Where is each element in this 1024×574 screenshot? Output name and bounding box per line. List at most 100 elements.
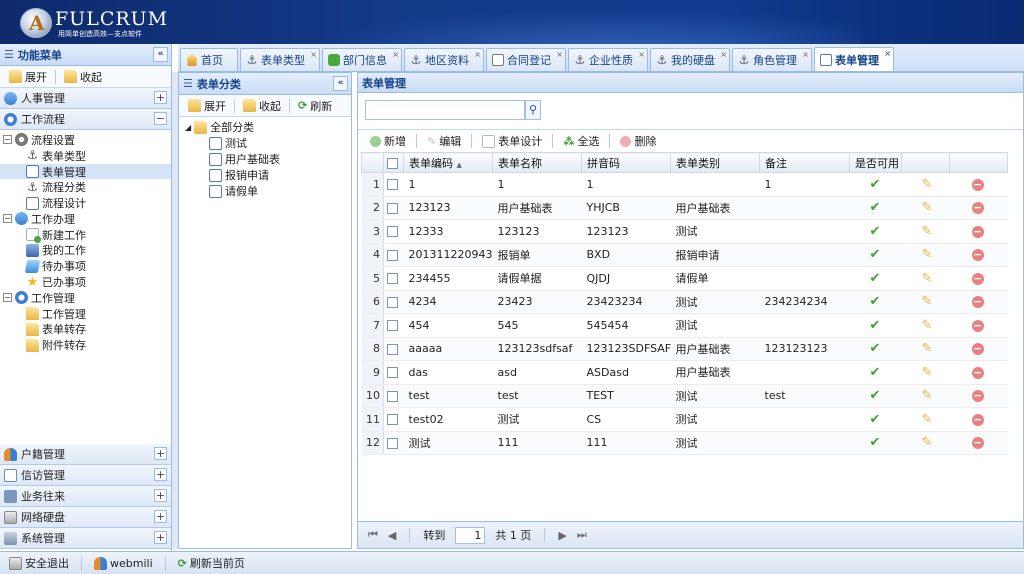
delete-row-icon[interactable]: − (971, 413, 984, 426)
category-item[interactable]: 报销申请 (185, 167, 351, 183)
table-row[interactable]: 5 234455 请假单据 QJDJ 请假单 ✔ ✎ − (361, 266, 1008, 291)
delete-row-icon[interactable]: − (971, 178, 984, 191)
row-checkbox-cell[interactable] (383, 219, 404, 244)
table-row[interactable]: 8 aaaaa 123123sdfsaf 123123SDFSAF 用户基础表 12312… (361, 337, 1008, 361)
category-root[interactable]: ◢ 全部分类 (185, 119, 351, 135)
table-row[interactable]: 2 123123 用户基础表 YHJCB 用户基础表 ✔ ✎ − (361, 196, 1008, 220)
close-icon[interactable]: × (556, 50, 563, 59)
checkbox[interactable] (387, 296, 398, 308)
row-checkbox-cell[interactable] (383, 384, 404, 408)
tree-item[interactable]: − 工作办理 (0, 211, 171, 227)
table-row[interactable]: 1 1 1 1 1 ✔ ✎ − (361, 172, 1008, 197)
category-expand-button[interactable]: 展开 (183, 97, 231, 115)
delete-row-icon[interactable]: − (971, 366, 984, 379)
pencil-icon[interactable]: ✎ (922, 365, 933, 380)
row-checkbox-cell[interactable] (383, 360, 404, 385)
table-row[interactable]: 9 das asd ASDasd 用户基础表 ✔ ✎ − (361, 360, 1008, 385)
close-icon[interactable]: × (802, 50, 809, 59)
tree-item[interactable]: 流程设计 (0, 195, 171, 211)
first-page-button[interactable]: ⏮ (368, 528, 378, 542)
tree-toggle-icon[interactable]: − (3, 214, 12, 224)
search-button[interactable]: ⚲ (525, 100, 541, 120)
accordion-section[interactable]: 工作流程 − (0, 109, 171, 130)
tree-item[interactable]: 表单管理 (0, 163, 171, 180)
tree-item[interactable]: 表单转存 (0, 322, 171, 338)
tab[interactable]: ⚓ 我的硬盘 × (650, 48, 730, 71)
delete-button[interactable]: 删除 (615, 132, 661, 150)
column-header-pinyin[interactable]: 拼音码 (581, 152, 671, 173)
checkbox[interactable] (387, 179, 398, 191)
tab[interactable]: ⚓ 企业性质 × (568, 48, 648, 71)
tab[interactable]: ⚓ 地区资料 × (404, 48, 484, 71)
delete-row-icon[interactable]: − (971, 272, 984, 285)
accordion-section[interactable]: 网络硬盘 + (0, 507, 171, 528)
accordion-section[interactable]: 系统管理 + (0, 528, 171, 549)
page-number-input[interactable]: 1 (455, 526, 486, 544)
column-header-name[interactable]: 表单名称 (492, 152, 582, 173)
pencil-icon[interactable]: ✎ (922, 412, 933, 427)
column-header-note[interactable]: 备注 (759, 152, 850, 173)
pencil-icon[interactable]: ✎ (922, 388, 933, 403)
section-toggle-icon[interactable]: + (154, 447, 167, 460)
checkbox[interactable] (387, 249, 398, 261)
category-item[interactable]: 测试 (185, 135, 351, 151)
checkbox[interactable] (387, 343, 398, 355)
category-refresh-button[interactable]: ⟳ 刷新 (293, 97, 337, 115)
close-icon[interactable]: × (310, 50, 317, 59)
row-checkbox-cell[interactable] (383, 407, 404, 432)
accordion-section[interactable]: 业务往来 + (0, 486, 171, 507)
tree-item[interactable]: 待办事项 (0, 258, 171, 274)
section-toggle-icon[interactable]: + (154, 91, 167, 104)
tree-item[interactable]: 工作管理 (0, 306, 171, 322)
checkbox[interactable] (387, 202, 398, 214)
search-input[interactable] (365, 100, 525, 120)
pencil-icon[interactable]: ✎ (922, 247, 933, 262)
checkbox[interactable] (387, 320, 398, 332)
pencil-icon[interactable]: ✎ (922, 435, 933, 450)
add-button[interactable]: 新增 (365, 132, 411, 150)
table-row[interactable]: 12 测试 111 111 测试 ✔ ✎ − (361, 431, 1008, 455)
tree-item[interactable]: − 工作管理 (0, 290, 171, 306)
tree-item[interactable]: 我的工作 (0, 243, 171, 259)
category-collapse-all-button[interactable]: 收起 (238, 97, 286, 115)
category-item[interactable]: 请假单 (185, 183, 351, 199)
row-checkbox-cell[interactable] (383, 290, 404, 314)
tab[interactable]: 部门信息 × (322, 48, 402, 71)
tree-item[interactable]: ⚓ 表单类型 (0, 148, 171, 164)
section-toggle-icon[interactable]: + (154, 489, 167, 502)
row-checkbox-cell[interactable] (383, 337, 404, 361)
section-toggle-icon[interactable]: + (154, 510, 167, 523)
table-row[interactable]: 3 12333 123123 123123 测试 ✔ ✎ − (361, 219, 1008, 244)
accordion-section[interactable]: 人事管理 + (0, 88, 171, 109)
tree-item[interactable]: 附件转存 (0, 337, 171, 353)
section-toggle-icon[interactable]: + (154, 468, 167, 481)
checkbox[interactable] (387, 226, 398, 238)
delete-row-icon[interactable]: − (971, 319, 984, 332)
form-design-button[interactable]: 表单设计 (477, 132, 547, 150)
checkbox[interactable] (387, 367, 398, 379)
tree-item[interactable]: ★ 已办事项 (0, 274, 171, 290)
column-header-enabled[interactable]: 是否可用 (849, 152, 902, 173)
tree-item[interactable]: ⚓ 流程分类 (0, 179, 171, 195)
delete-row-icon[interactable]: − (971, 437, 984, 450)
table-row[interactable]: 10 test test TEST 测试 test ✔ ✎ − (361, 384, 1008, 408)
pencil-icon[interactable]: ✎ (922, 318, 933, 333)
section-toggle-icon[interactable]: + (154, 531, 167, 544)
tab[interactable]: ⚓ 表单类型 × (240, 48, 320, 71)
select-all-button[interactable]: ⁂ 全选 (558, 132, 604, 150)
delete-row-icon[interactable]: − (971, 249, 984, 262)
close-icon[interactable]: × (474, 50, 481, 59)
tab[interactable]: 表单管理 × (814, 47, 894, 71)
close-icon[interactable]: × (720, 50, 727, 59)
row-checkbox-cell[interactable] (383, 243, 404, 267)
pencil-icon[interactable]: ✎ (922, 271, 933, 286)
tree-toggle-icon[interactable]: − (3, 135, 12, 145)
category-collapse-button[interactable]: « (333, 76, 348, 91)
delete-row-icon[interactable]: − (971, 296, 984, 309)
row-checkbox-cell[interactable] (383, 266, 404, 291)
pencil-icon[interactable]: ✎ (922, 224, 933, 239)
row-checkbox-cell[interactable] (383, 172, 404, 197)
pencil-icon[interactable]: ✎ (922, 177, 933, 192)
row-checkbox-cell[interactable] (383, 313, 404, 338)
checkbox[interactable] (387, 390, 398, 402)
